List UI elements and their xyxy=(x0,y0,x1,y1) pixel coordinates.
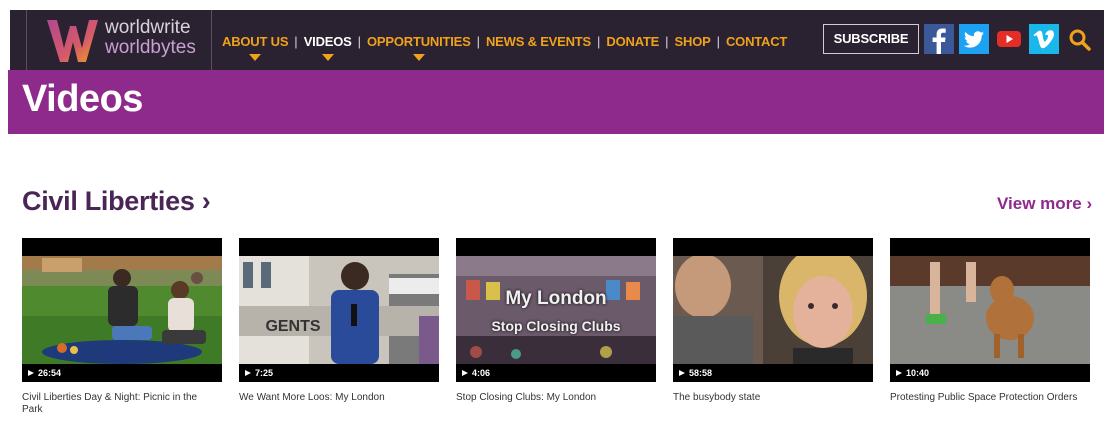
video-duration: 26:54 xyxy=(28,368,61,378)
chevron-down-icon xyxy=(249,53,262,61)
page-title: Videos xyxy=(22,78,143,120)
video-title[interactable]: Stop Closing Clubs: My London xyxy=(456,392,652,404)
page-header-banner: Videos xyxy=(8,70,1104,134)
video-title[interactable]: Civil Liberties Day & Night: Picnic in t… xyxy=(22,392,218,416)
thumbnail-subtitle: Stop Closing Clubs xyxy=(491,318,621,334)
chevron-down-icon xyxy=(321,53,334,61)
video-duration: 58:58 xyxy=(679,368,712,378)
duration-text: 4:06 xyxy=(472,368,491,378)
play-icon xyxy=(896,370,902,376)
menu-label-videos: VIDEOS xyxy=(303,33,352,49)
twitter-icon[interactable] xyxy=(959,24,989,54)
main-menu: ABOUT US | VIDEOS | OPPORTUNITIES | NEWS… xyxy=(216,32,793,61)
menu-label-about-us: ABOUT US xyxy=(222,33,289,49)
video-title[interactable]: Protesting Public Space Protection Order… xyxy=(890,392,1086,404)
top-navbar: worldwrite worldbytes ABOUT US | VIDEOS … xyxy=(10,10,1104,70)
video-card[interactable]: 58:58 The busybody state xyxy=(673,238,873,404)
play-icon xyxy=(245,370,251,376)
facebook-icon[interactable] xyxy=(924,24,954,54)
video-thumbnail[interactable]: 58:58 xyxy=(673,238,873,382)
youtube-icon[interactable] xyxy=(994,24,1024,54)
video-card[interactable]: My London Stop Closing Clubs 4:06 Stop C… xyxy=(456,238,656,404)
thumbnail-caption: GENTS xyxy=(265,318,321,335)
site-logo[interactable]: worldwrite worldbytes xyxy=(26,10,212,70)
thumbnail-image-loos xyxy=(239,256,439,364)
thumbnail-image-busybody xyxy=(673,256,873,364)
video-card[interactable]: GENTS 7:25 We Want More Loos: My London xyxy=(239,238,439,404)
menu-item-news-events[interactable]: NEWS & EVENTS xyxy=(480,34,597,49)
menu-item-videos[interactable]: VIDEOS xyxy=(298,33,358,61)
duration-text: 7:25 xyxy=(255,368,274,378)
menu-item-contact[interactable]: CONTACT xyxy=(720,34,793,49)
thumbnail-image-dog xyxy=(890,256,1090,364)
menu-item-donate[interactable]: DONATE xyxy=(600,34,665,49)
video-title[interactable]: The busybody state xyxy=(673,392,869,404)
section-title-civil-liberties[interactable]: Civil Liberties › xyxy=(22,186,211,217)
play-icon xyxy=(679,370,685,376)
video-title[interactable]: We Want More Loos: My London xyxy=(239,392,435,404)
logo-line-2: worldbytes xyxy=(105,37,196,58)
duration-text: 10:40 xyxy=(906,368,930,378)
view-more-link[interactable]: View more › xyxy=(997,194,1092,214)
video-card[interactable]: 10:40 Protesting Public Space Protection… xyxy=(890,238,1090,404)
menu-item-shop[interactable]: SHOP xyxy=(669,34,717,49)
thumbnail-image-clubs xyxy=(456,256,656,364)
menu-item-opportunities[interactable]: OPPORTUNITIES xyxy=(361,33,477,61)
video-thumbnail[interactable]: GENTS 7:25 xyxy=(239,238,439,382)
logo-line-1: worldwrite xyxy=(105,17,191,38)
thumbnail-title-my-london: My London xyxy=(505,288,607,309)
menu-item-about-us[interactable]: ABOUT US xyxy=(216,33,294,61)
video-thumbnail[interactable]: 26:54 xyxy=(22,238,222,382)
video-duration: 4:06 xyxy=(462,368,490,378)
duration-text: 26:54 xyxy=(38,368,62,378)
logo-w-mark xyxy=(47,20,98,62)
menu-label-opportunities: OPPORTUNITIES xyxy=(367,33,471,49)
video-thumbnail[interactable]: My London Stop Closing Clubs 4:06 xyxy=(456,238,656,382)
thumbnail-image-picnic xyxy=(22,256,222,364)
video-card[interactable]: 26:54 Civil Liberties Day & Night: Picni… xyxy=(22,238,222,416)
play-icon xyxy=(28,370,34,376)
play-icon xyxy=(462,370,468,376)
chevron-down-icon xyxy=(412,53,425,61)
search-icon[interactable] xyxy=(1066,26,1094,54)
video-thumbnail[interactable]: 10:40 xyxy=(890,238,1090,382)
subscribe-button[interactable]: SUBSCRIBE xyxy=(823,24,919,54)
logo-text: worldwrite worldbytes xyxy=(105,18,196,58)
video-duration: 7:25 xyxy=(245,368,273,378)
duration-text: 58:58 xyxy=(689,368,713,378)
video-duration: 10:40 xyxy=(896,368,929,378)
vimeo-icon[interactable] xyxy=(1029,24,1059,54)
